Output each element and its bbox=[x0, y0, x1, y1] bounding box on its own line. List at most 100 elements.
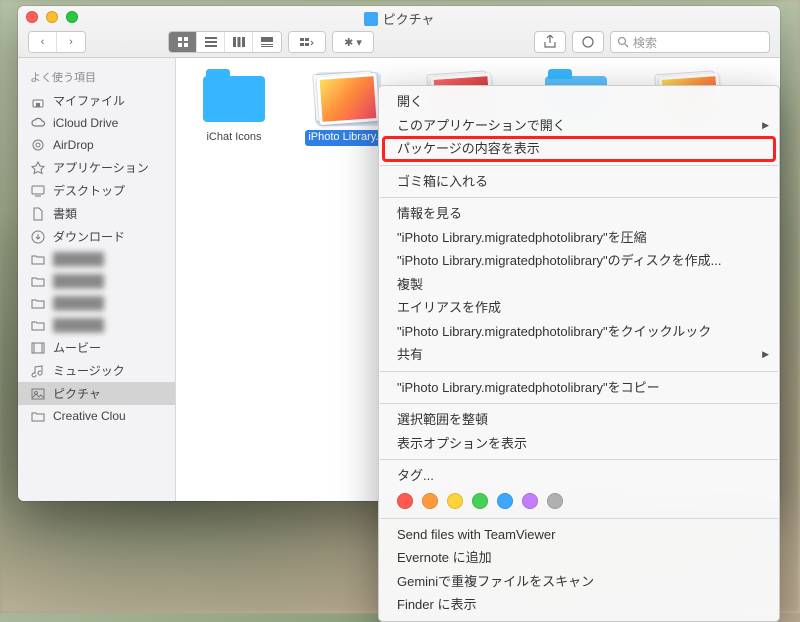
sidebar-item-label: iCloud Drive bbox=[53, 116, 118, 130]
sidebar: よく使う項目 マイファイル iCloud Drive AirDrop アプリケーション… bbox=[18, 58, 176, 501]
context-menu-item[interactable]: ゴミ箱に入れる bbox=[379, 170, 779, 194]
context-menu-item[interactable]: "iPhoto Library.migratedphotolibrary"を圧縮 bbox=[379, 226, 779, 250]
pictures-icon bbox=[30, 386, 46, 402]
file-item-0[interactable]: iChat Icons bbox=[186, 72, 282, 146]
search-field[interactable]: 検索 bbox=[610, 31, 770, 53]
zoom-button[interactable] bbox=[66, 11, 78, 23]
sidebar-item-0[interactable]: マイファイル bbox=[18, 89, 175, 112]
sidebar-item-10[interactable]: ██████ bbox=[18, 314, 175, 336]
sidebar-item-3[interactable]: アプリケーション bbox=[18, 156, 175, 179]
back-button[interactable]: ‹ bbox=[29, 32, 57, 52]
sidebar-item-2[interactable]: AirDrop bbox=[18, 134, 175, 156]
folder-icon bbox=[30, 273, 46, 289]
sidebar-item-label: デスクトップ bbox=[53, 182, 125, 199]
sidebar-item-14[interactable]: Creative Clou bbox=[18, 405, 175, 427]
close-button[interactable] bbox=[26, 11, 38, 23]
sidebar-item-9[interactable]: ██████ bbox=[18, 292, 175, 314]
list-view-button[interactable] bbox=[197, 32, 225, 52]
folder-icon bbox=[30, 295, 46, 311]
folder-icon bbox=[30, 317, 46, 333]
context-menu-separator bbox=[380, 518, 778, 519]
context-menu-item[interactable]: 選択範囲を整頓 bbox=[379, 408, 779, 432]
sidebar-item-label: アプリケーション bbox=[53, 159, 149, 176]
pictures-folder-icon bbox=[364, 12, 378, 26]
home-icon bbox=[30, 93, 46, 109]
sidebar-item-label: ミュージック bbox=[53, 362, 125, 379]
window-title-text: ピクチャ bbox=[383, 9, 435, 28]
sidebar-item-label: ダウンロード bbox=[53, 228, 125, 245]
context-menu: 開くこのアプリケーションで開くパッケージの内容を表示ゴミ箱に入れる情報を見る"i… bbox=[378, 85, 780, 622]
coverflow-view-button[interactable] bbox=[253, 32, 281, 52]
titlebar: ピクチャ ‹ › bbox=[18, 6, 780, 58]
tag-color-dot[interactable] bbox=[422, 493, 438, 509]
icon-view-button[interactable] bbox=[169, 32, 197, 52]
context-menu-item[interactable]: このアプリケーションで開く bbox=[379, 114, 779, 138]
context-menu-item[interactable]: 表示オプションを表示 bbox=[379, 432, 779, 456]
sidebar-item-13[interactable]: ピクチャ bbox=[18, 382, 175, 405]
tags-button[interactable] bbox=[572, 31, 604, 53]
sidebar-item-12[interactable]: ミュージック bbox=[18, 359, 175, 382]
search-placeholder: 検索 bbox=[633, 34, 657, 51]
context-menu-tag-colors bbox=[379, 488, 779, 514]
tag-color-dot[interactable] bbox=[472, 493, 488, 509]
column-view-button[interactable] bbox=[225, 32, 253, 52]
context-menu-separator bbox=[380, 165, 778, 166]
toolbar: ‹ › bbox=[18, 28, 780, 57]
sidebar-item-4[interactable]: デスクトップ bbox=[18, 179, 175, 202]
folder-icon bbox=[30, 251, 46, 267]
sidebar-item-label: ██████ bbox=[53, 296, 104, 310]
context-menu-item[interactable]: "iPhoto Library.migratedphotolibrary"をクイ… bbox=[379, 320, 779, 344]
sidebar-item-label: ██████ bbox=[53, 274, 104, 288]
context-menu-item[interactable]: Evernote に追加 bbox=[379, 546, 779, 570]
docs-icon bbox=[30, 206, 46, 222]
sidebar-item-1[interactable]: iCloud Drive bbox=[18, 112, 175, 134]
nav-buttons: ‹ › bbox=[28, 31, 86, 53]
share-button[interactable] bbox=[534, 31, 566, 53]
tag-color-dot[interactable] bbox=[397, 493, 413, 509]
tag-color-dot[interactable] bbox=[547, 493, 563, 509]
tag-color-dot[interactable] bbox=[497, 493, 513, 509]
sidebar-item-label: ██████ bbox=[53, 252, 104, 266]
music-icon bbox=[30, 363, 46, 379]
search-icon bbox=[617, 36, 629, 48]
context-menu-item[interactable]: 共有 bbox=[379, 343, 779, 367]
sidebar-item-6[interactable]: ダウンロード bbox=[18, 225, 175, 248]
action-dropdown[interactable]: ✱ ▾ bbox=[332, 31, 374, 53]
context-menu-show-package-contents[interactable]: パッケージの内容を表示 bbox=[382, 136, 776, 162]
context-menu-separator bbox=[380, 459, 778, 460]
file-label: iChat Icons bbox=[203, 130, 264, 146]
forward-button[interactable]: › bbox=[57, 32, 85, 52]
tag-color-dot[interactable] bbox=[522, 493, 538, 509]
sidebar-item-label: 書類 bbox=[53, 205, 77, 222]
context-menu-item[interactable]: Geminiで重複ファイルをスキャン bbox=[379, 570, 779, 594]
context-menu-item[interactable]: "iPhoto Library.migratedphotolibrary"をコピ… bbox=[379, 376, 779, 400]
download-icon bbox=[30, 229, 46, 245]
context-menu-item[interactable]: 複製 bbox=[379, 273, 779, 297]
sidebar-item-label: ピクチャ bbox=[53, 385, 101, 402]
sidebar-item-8[interactable]: ██████ bbox=[18, 270, 175, 292]
arrange-dropdown[interactable] bbox=[288, 31, 326, 53]
context-menu-item[interactable]: "iPhoto Library.migratedphotolibrary"のディ… bbox=[379, 249, 779, 273]
sidebar-item-label: ██████ bbox=[53, 318, 104, 332]
minimize-button[interactable] bbox=[46, 11, 58, 23]
sidebar-item-11[interactable]: ムービー bbox=[18, 336, 175, 359]
sidebar-item-7[interactable]: ██████ bbox=[18, 248, 175, 270]
sidebar-item-label: AirDrop bbox=[53, 138, 94, 152]
movie-icon bbox=[30, 340, 46, 356]
view-mode-group bbox=[168, 31, 282, 53]
file-icon bbox=[201, 72, 267, 126]
context-menu-tags-label[interactable]: タグ... bbox=[379, 464, 779, 488]
context-menu-item[interactable]: Send files with TeamViewer bbox=[379, 523, 779, 547]
window-controls bbox=[26, 11, 78, 23]
sidebar-item-label: マイファイル bbox=[53, 92, 125, 109]
tag-color-dot[interactable] bbox=[447, 493, 463, 509]
window-title: ピクチャ bbox=[18, 9, 780, 28]
sidebar-item-5[interactable]: 書類 bbox=[18, 202, 175, 225]
context-menu-item[interactable]: 開く bbox=[379, 90, 779, 114]
context-menu-separator bbox=[380, 403, 778, 404]
apps-icon bbox=[30, 160, 46, 176]
context-menu-item[interactable]: エイリアスを作成 bbox=[379, 296, 779, 320]
sidebar-favorites-header: よく使う項目 bbox=[18, 66, 175, 89]
context-menu-item[interactable]: 情報を見る bbox=[379, 202, 779, 226]
sidebar-item-label: Creative Clou bbox=[53, 409, 126, 423]
